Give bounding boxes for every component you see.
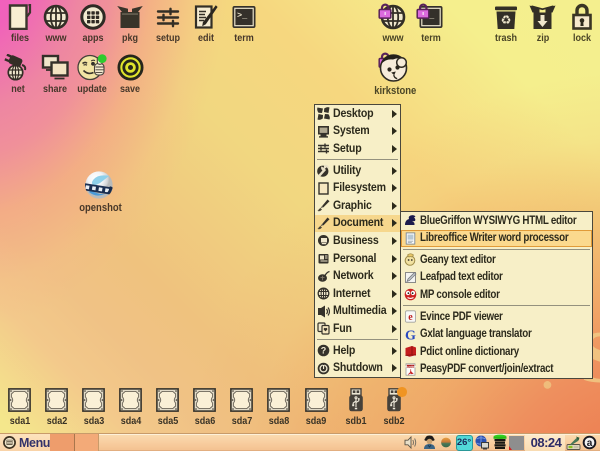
svg-text:Acrobat: Acrobat [405,364,416,368]
svg-text:e: e [408,312,413,323]
svg-text:?: ? [321,346,327,356]
svg-text:>_: >_ [237,11,248,21]
svg-text:♻: ♻ [501,13,512,27]
svg-text:G: G [405,328,416,341]
svg-text:a: a [586,438,592,449]
